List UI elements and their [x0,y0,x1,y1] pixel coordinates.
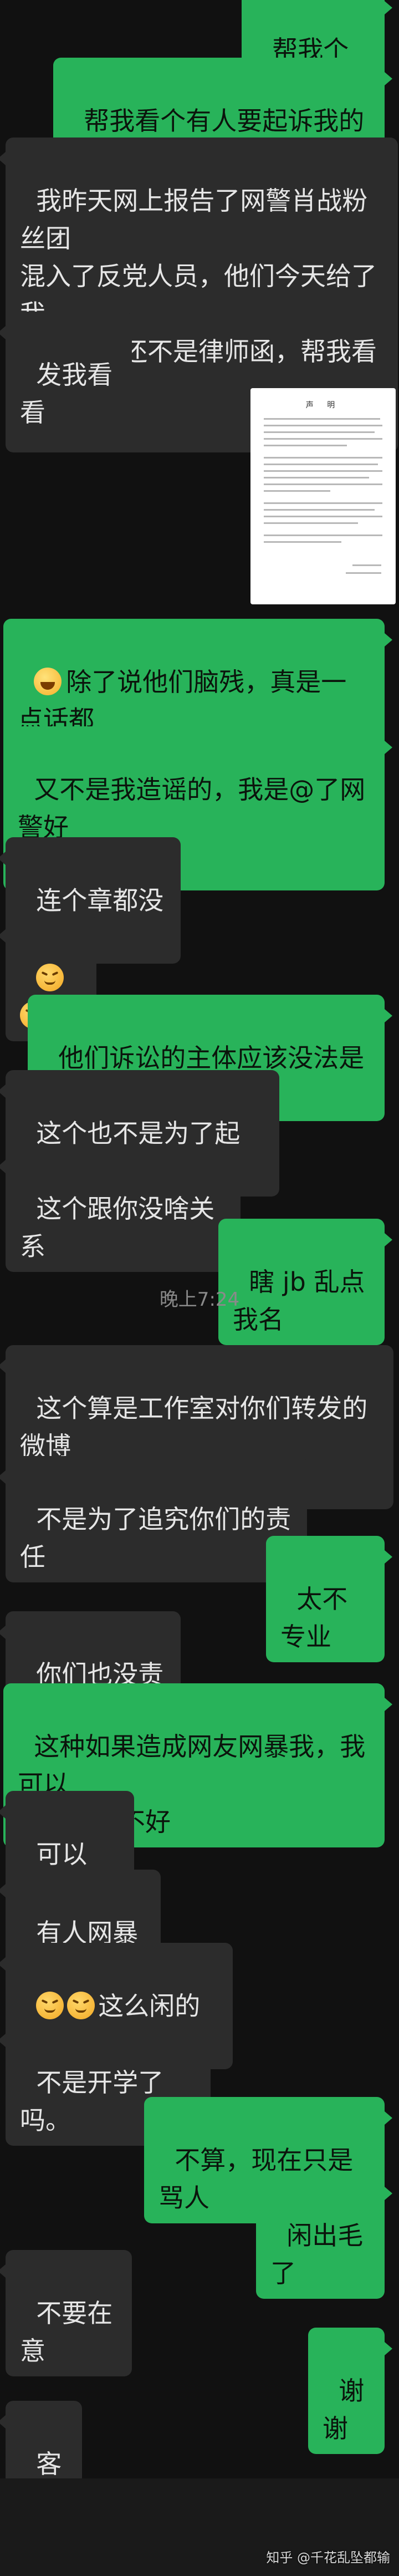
message-bubble-sent[interactable]: 闲出毛了 [256,2172,392,2299]
message-bubble-sent[interactable]: 太不专业 [266,1536,392,1662]
message-text: 闲出毛了 [270,2221,364,2288]
document-image[interactable]: 声 明 [250,388,396,604]
message-bubble-received[interactable]: 这个跟你没啥关系 [0,1146,241,1272]
chat-timestamp: 晚上7:24 [159,1289,240,1311]
document-signature-line [352,564,381,566]
document-text-line [264,534,382,536]
message-text: 这个跟你没啥关系 [20,1194,215,1261]
document-text-line [264,445,347,446]
message-text: 发我看看 [20,360,113,427]
document-text-line [264,522,358,524]
message-bubble-received[interactable]: 不要在意 [0,2250,132,2376]
message-text: 太不专业 [280,1584,348,1652]
document-title: 声 明 [305,401,341,410]
message-bubble-received[interactable]: 发我看看 [0,312,132,438]
message-bubble-sent[interactable]: 瞎 jb 乱点我名 [218,1219,392,1345]
message-text: 不是开学了吗。 [20,2068,164,2135]
document-text-line [264,509,375,511]
message-text: 不是为了追究你们的责任 [20,1504,291,1572]
message-text: 不要在意 [20,2298,113,2366]
document-text-line [264,457,382,459]
document-text-line [264,502,382,504]
document-text-line [264,490,330,492]
document-text-line [264,541,341,543]
smirk-emoji-icon [67,1992,95,2019]
laugh-emoji-icon [34,668,62,695]
document-text-line [264,464,378,465]
smirk-emoji-icon [36,964,64,991]
message-bubble-received[interactable]: 不是为了追究你们的责任 [0,1456,307,1582]
document-text-line [264,477,369,478]
document-text-line [264,425,382,426]
document-text-line [264,483,382,485]
document-text-line [264,470,382,472]
document-text-line [264,438,382,440]
document-text-line [264,418,380,420]
watermark: 知乎 @千花乱坠都输 [266,2550,390,2565]
message-bubble-sent[interactable]: 谢谢 [308,2328,392,2454]
message-text: 可以 [36,1839,88,1869]
document-date-line [346,572,381,574]
message-text: 谢谢 [323,2376,365,2443]
smirk-emoji-icon [36,1992,64,2019]
document-text-line [264,516,382,517]
document-text-line [264,431,375,433]
